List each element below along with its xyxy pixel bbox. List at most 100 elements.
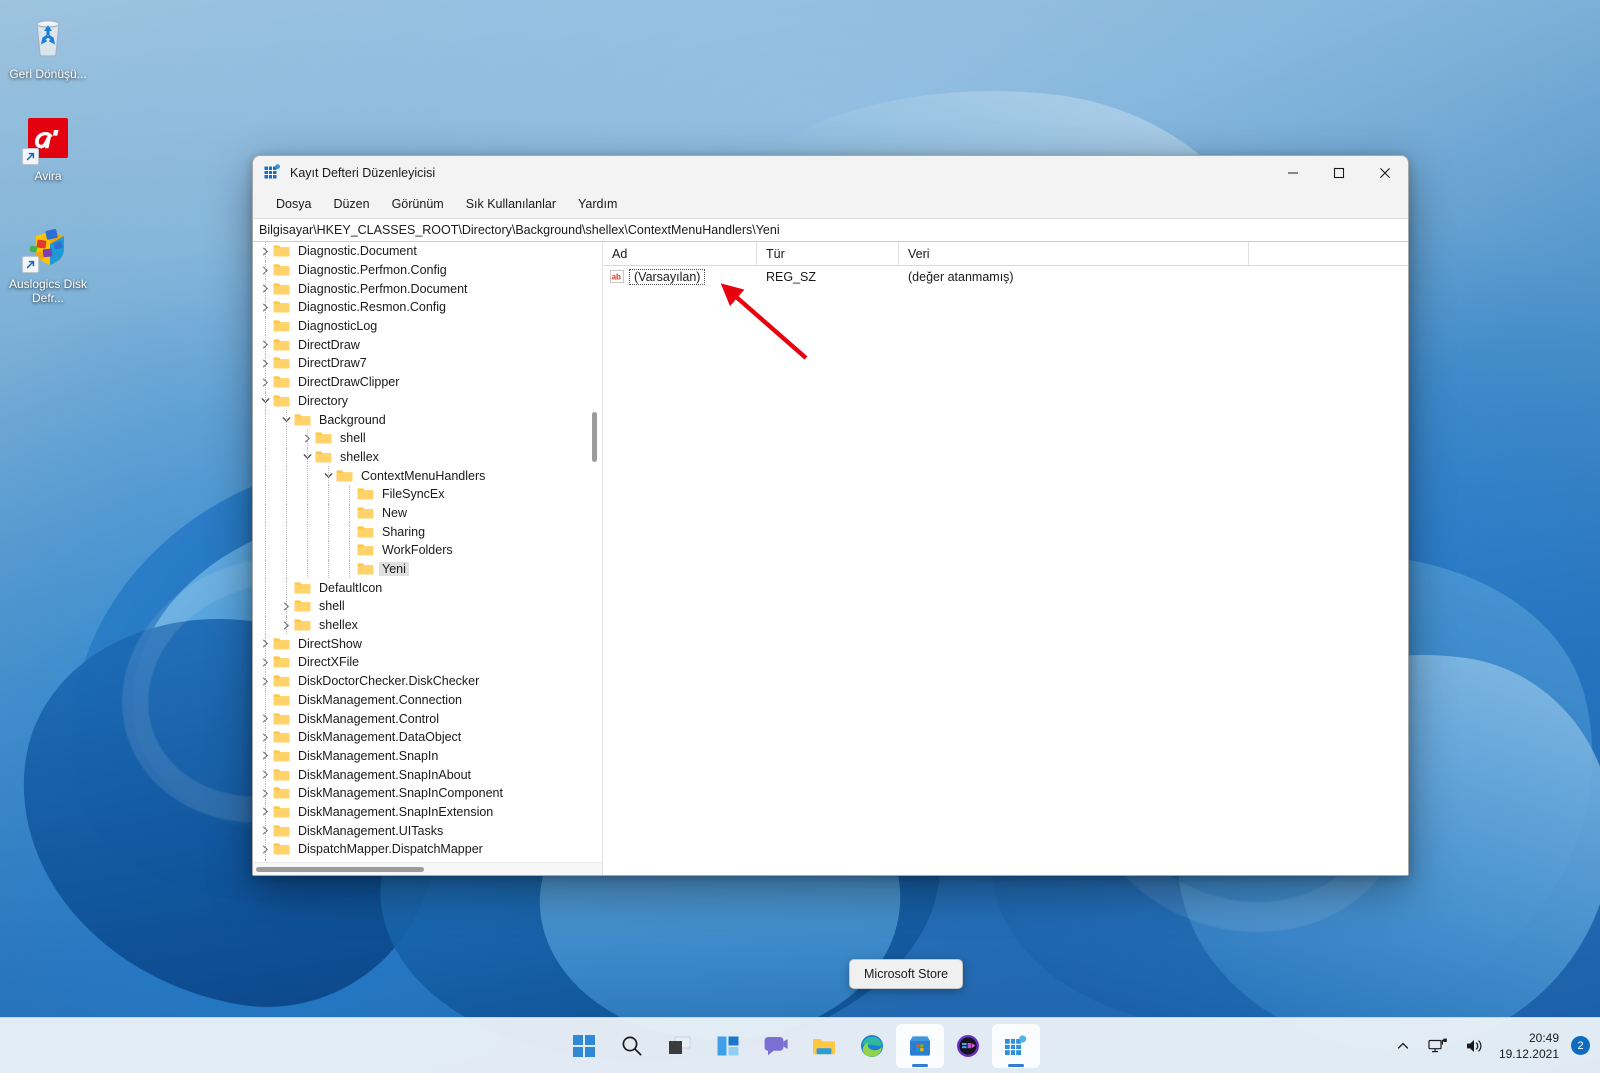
folder-icon [273, 842, 290, 856]
file-explorer-button[interactable] [800, 1024, 848, 1068]
tree-item-label: DispatchMapper.DispatchMapper [298, 842, 483, 857]
tree-item[interactable]: DiskManagement.UITasks [253, 821, 602, 840]
tree-item-label: shellex [340, 449, 379, 464]
maximize-button[interactable] [1316, 156, 1362, 189]
clock[interactable]: 20:49 19.12.2021 [1495, 1030, 1567, 1062]
tree-item[interactable]: DiskManagement.SnapInComponent [253, 783, 602, 803]
tree-item[interactable]: DiagnosticLog [253, 316, 602, 336]
tree-item[interactable]: DiskManagement.SnapIn [253, 746, 602, 766]
tree-item[interactable]: DirectDraw7 [253, 354, 602, 373]
folder-icon [273, 805, 290, 819]
tree-item[interactable]: Diagnostic.Document [253, 242, 602, 261]
table-row[interactable]: ab (Varsayılan) REG_SZ (değer atanmamış) [603, 266, 1408, 287]
tree-item[interactable]: DiskManagement.Connection [253, 690, 602, 710]
tree-item[interactable]: Diagnostic.Perfmon.Document [253, 279, 602, 299]
tree-guide-line [265, 783, 266, 803]
start-button[interactable] [560, 1024, 608, 1068]
widgets-button[interactable] [704, 1024, 752, 1068]
tree-item[interactable]: Sharing [253, 522, 602, 541]
microsoft-store-button[interactable] [896, 1023, 944, 1068]
volume-icon [1466, 1039, 1482, 1052]
registry-tree: Diagnostic.Document Diagnostic.Perfmon.Co… [253, 242, 602, 862]
tree-item[interactable]: shellex [253, 447, 602, 467]
tree-item[interactable]: ContextMenuHandlers [253, 466, 602, 485]
desktop-icon-auslogics[interactable]: Auslogics Disk Defr... [2, 224, 94, 305]
edge-button[interactable] [848, 1024, 896, 1068]
desktop-icon-avira[interactable]: Avira [2, 116, 94, 183]
tree-guide-line [265, 615, 266, 635]
search-button[interactable] [608, 1024, 656, 1068]
clock-date: 19.12.2021 [1498, 1046, 1559, 1061]
opera-gx-button[interactable] [944, 1024, 992, 1068]
tree-guide-line [328, 503, 329, 523]
tree-item[interactable]: DirectShow [253, 634, 602, 654]
folder-icon [273, 394, 290, 408]
chat-button[interactable] [752, 1024, 800, 1068]
tooltip-text: Microsoft Store [864, 967, 949, 981]
tree-guide-line [265, 447, 266, 467]
tree-item[interactable]: DiskManagement.Control [253, 709, 602, 728]
tree-horizontal-scrollbar[interactable] [253, 862, 602, 875]
tree-item[interactable]: DiskDoctorChecker.DiskChecker [253, 671, 602, 691]
menu-item-duzen[interactable]: Düzen [322, 193, 380, 215]
tree-item[interactable]: Diagnostic.Resmon.Config [253, 298, 602, 317]
task-view-button[interactable] [656, 1024, 704, 1068]
volume-button[interactable] [1459, 1032, 1491, 1060]
tree-item[interactable]: DiskManagement.SnapInExtension [253, 802, 602, 822]
network-button[interactable] [1421, 1032, 1455, 1060]
auslogics-icon [22, 224, 72, 273]
column-header-ad[interactable]: Ad [603, 242, 757, 265]
tree-item[interactable]: shell [253, 428, 602, 448]
desktop-icon-recycle-bin[interactable]: Geri Dönüşü... [2, 14, 94, 81]
tree-item[interactable]: DiskManagement.SnapInAbout [253, 765, 602, 784]
tree-item-label: DirectShow [298, 636, 362, 651]
column-header-veri[interactable]: Veri [899, 242, 1249, 265]
tree-item[interactable]: WorkFolders [253, 541, 602, 560]
tree-guide-line [286, 447, 287, 467]
tree-guide-line [265, 354, 266, 373]
menu-item-yardim[interactable]: Yardım [567, 193, 628, 215]
tree-item[interactable]: shellex [253, 615, 602, 635]
menu-item-sik-kullanilanlar[interactable]: Sık Kullanılanlar [455, 193, 567, 215]
folder-icon [273, 712, 290, 726]
shortcut-overlay-icon [22, 256, 39, 273]
tree-item[interactable]: DispatchMapper.DispatchMapper [253, 840, 602, 859]
folder-icon [273, 693, 290, 707]
tree-item[interactable]: Background [253, 410, 602, 429]
tree-guide-line [265, 634, 266, 654]
column-header-tur[interactable]: Tür [757, 242, 899, 265]
menu-item-dosya[interactable]: Dosya [265, 193, 322, 215]
registry-editor-button[interactable] [992, 1023, 1040, 1068]
notification-badge[interactable]: 2 [1571, 1036, 1590, 1055]
tree-item[interactable]: DirectDrawClipper [253, 372, 602, 392]
tree-guide-line [328, 559, 329, 579]
tree-item[interactable]: DirectXFile [253, 653, 602, 672]
tree-guide-line [286, 615, 287, 635]
tree-guide-line [265, 260, 266, 280]
tree-item[interactable]: shell [253, 597, 602, 616]
tree-item[interactable]: FileSyncEx [253, 484, 602, 504]
folder-icon [294, 618, 311, 632]
tree-guide-line [286, 484, 287, 504]
minimize-button[interactable] [1270, 156, 1316, 189]
tree-horizontal-scroll-thumb[interactable] [256, 867, 424, 872]
tree-guide-line [265, 298, 266, 317]
desktop-icon-label: Auslogics Disk Defr... [8, 277, 88, 305]
tree-item[interactable]: DiskManagement.DataObject [253, 727, 602, 747]
tree-item[interactable]: New [253, 503, 602, 523]
tree-vertical-scrollbar[interactable] [589, 242, 600, 862]
menu-item-gorunum[interactable]: Görünüm [381, 193, 455, 215]
tree-item[interactable]: DefaultIcon [253, 578, 602, 598]
tree-vertical-scroll-thumb[interactable] [592, 412, 597, 462]
tree-item-selected[interactable]: Yeni [253, 559, 602, 579]
show-hidden-icons-button[interactable] [1389, 1033, 1417, 1059]
tree-item[interactable]: Directory [253, 391, 602, 411]
address-bar[interactable]: Bilgisayar\HKEY_CLASSES_ROOT\Directory\B… [253, 218, 1408, 242]
value-type: REG_SZ [766, 269, 817, 284]
tree-guide-line [286, 578, 287, 598]
tree-item[interactable]: DirectDraw [253, 335, 602, 355]
tree-guide-line [349, 522, 350, 541]
folder-icon [357, 543, 374, 557]
tree-item[interactable]: Diagnostic.Perfmon.Config [253, 260, 602, 280]
close-button[interactable] [1362, 156, 1408, 189]
